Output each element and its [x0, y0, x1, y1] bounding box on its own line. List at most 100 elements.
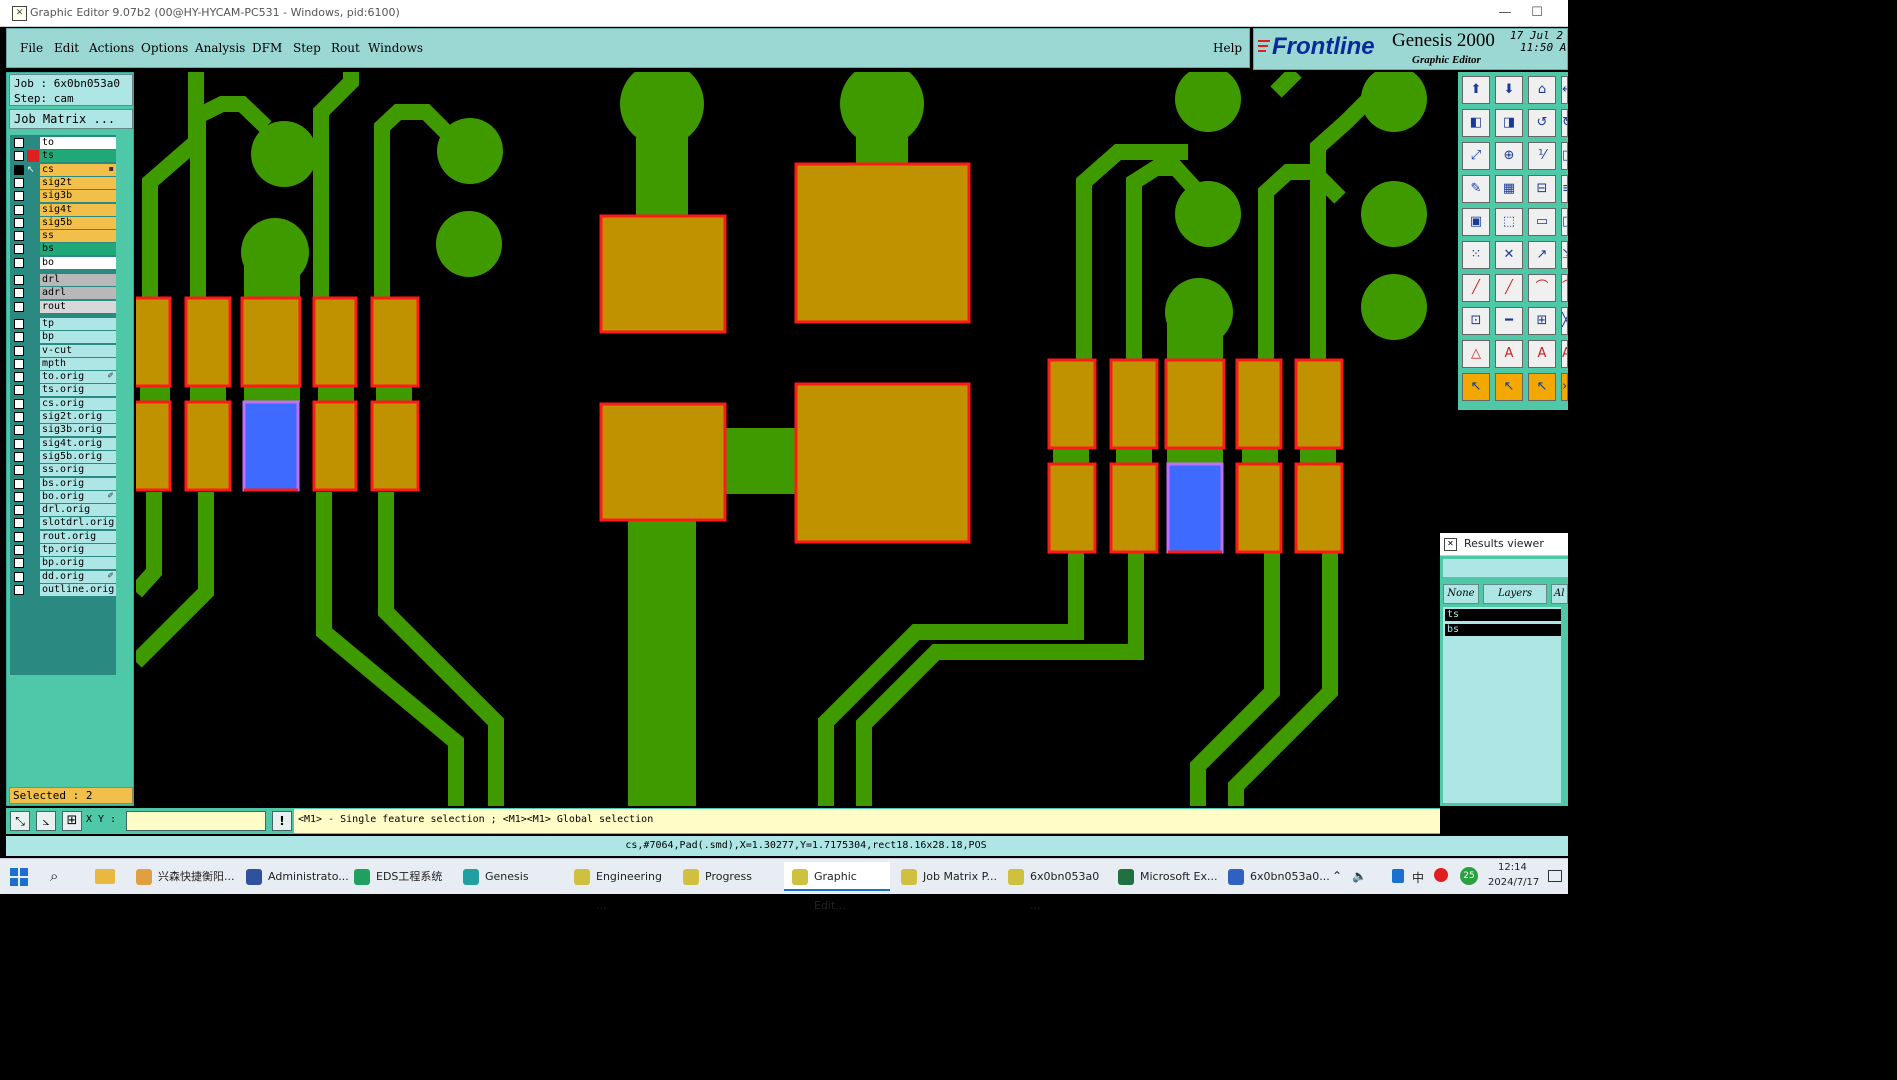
text-a-icon[interactable]: A — [1495, 340, 1523, 368]
ime-indicator[interactable]: 中 — [1412, 869, 1424, 886]
bluetooth-icon[interactable] — [1392, 869, 1404, 883]
layer-checkbox[interactable] — [14, 505, 24, 516]
taskbar-app[interactable]: Job Matrix P... — [893, 862, 997, 891]
file-explorer-icon[interactable] — [95, 869, 115, 884]
results-item-bs[interactable]: bs — [1445, 624, 1561, 636]
layer-checkbox[interactable] — [14, 288, 24, 299]
zoom-out-icon[interactable]: ⬇ — [1495, 76, 1523, 104]
smd-pad[interactable] — [184, 296, 232, 388]
zoom-in-icon[interactable]: ⬆ — [1462, 76, 1490, 104]
smd-pad[interactable] — [312, 400, 358, 492]
minus-icon[interactable]: ━ — [1495, 307, 1523, 335]
layer-row-sig5b-orig[interactable]: sig5b.orig — [12, 450, 116, 463]
layer-row-to[interactable]: to — [12, 137, 116, 149]
taskbar-app[interactable]: EDS工程系统 — [346, 862, 452, 891]
taskbar-app[interactable]: 兴森快捷衡阳... — [128, 862, 236, 891]
xy-input[interactable] — [126, 811, 266, 831]
pan-left-icon[interactable]: ◧ — [1462, 109, 1490, 137]
layer-row-sig3b-orig[interactable]: sig3b.orig — [12, 424, 116, 437]
select-arrow2-icon[interactable]: ↖ — [1495, 373, 1523, 401]
smd-pad[interactable] — [1294, 462, 1344, 554]
menu-options[interactable]: Options — [141, 41, 188, 55]
results-item-ts[interactable]: ts — [1445, 609, 1561, 621]
layer-row-drl[interactable]: drl — [12, 274, 116, 286]
layer-checkbox[interactable] — [14, 412, 24, 422]
text-a2-icon[interactable]: A — [1528, 340, 1556, 368]
layer-row-cs[interactable]: ↖ cs ▪ — [12, 163, 116, 176]
layer-checkbox[interactable] — [14, 257, 24, 268]
layer-checkbox[interactable] — [14, 491, 24, 502]
menu-rout[interactable]: Rout — [331, 41, 360, 55]
layer-checkbox[interactable] — [14, 425, 24, 436]
layer-row-slotdrl-orig[interactable]: slotdrl.orig — [12, 517, 116, 530]
layer-checkbox[interactable] — [14, 465, 24, 476]
layer-checkbox[interactable] — [14, 438, 24, 449]
layer-checkbox[interactable] — [14, 398, 24, 409]
smd-pad[interactable] — [794, 382, 971, 544]
layer-row-v-cut[interactable]: v-cut — [12, 344, 116, 357]
start-icon[interactable] — [10, 868, 28, 886]
smd-pad[interactable] — [136, 296, 172, 388]
layer-row-ts[interactable]: ts — [12, 150, 116, 163]
layer-checkbox[interactable] — [14, 571, 24, 582]
layer-checkbox[interactable] — [14, 177, 24, 188]
snap-grid-icon[interactable]: ⊞ — [62, 811, 82, 831]
layer-checkbox[interactable] — [14, 318, 24, 329]
layer-row-cs-orig[interactable]: cs.orig — [12, 397, 116, 410]
taskbar-app[interactable]: Progress — [675, 862, 781, 891]
layer-checkbox[interactable] — [14, 451, 24, 462]
pcb-view[interactable] — [136, 72, 1456, 806]
connect-icon[interactable]: ↗ — [1528, 241, 1556, 269]
layer-row-bs-orig[interactable]: bs.orig — [12, 477, 116, 490]
arc-icon[interactable]: ⌒ — [1528, 274, 1556, 302]
menu-edit[interactable]: Edit — [54, 41, 79, 55]
menu-step[interactable]: Step — [293, 41, 321, 55]
select-arrow3-icon[interactable]: ↖ — [1528, 373, 1556, 401]
add-feature-icon[interactable]: ▣ — [1462, 208, 1490, 236]
graphic-canvas[interactable] — [136, 72, 1456, 806]
tab-none[interactable]: None — [1443, 584, 1479, 604]
triangle-icon[interactable]: △ — [1462, 340, 1490, 368]
layer-row-bp-orig[interactable]: bp.orig — [12, 557, 116, 570]
layer-checkbox[interactable] — [14, 217, 24, 228]
layer-checkbox[interactable] — [14, 345, 24, 356]
palette-icon[interactable]: ✎ — [1462, 175, 1490, 203]
break-icon[interactable]: ╳ — [1561, 307, 1568, 335]
next-view-icon[interactable]: ↻ — [1561, 109, 1568, 137]
move-icon[interactable]: ⇲ — [1561, 241, 1568, 269]
maximize-button[interactable]: ☐ — [1520, 3, 1554, 23]
layer-row-bp[interactable]: bp — [12, 331, 116, 344]
snap-icon[interactable]: ⊟ — [1528, 175, 1556, 203]
layer-checkbox[interactable] — [14, 275, 24, 285]
layer-checkbox[interactable] — [14, 372, 24, 383]
layer-checkbox[interactable] — [14, 151, 24, 162]
layer-checkbox[interactable] — [14, 518, 24, 529]
menu-file[interactable]: File — [20, 41, 43, 55]
layer-checkbox[interactable] — [14, 531, 24, 542]
layer-checkbox[interactable] — [14, 385, 24, 396]
smd-pad[interactable] — [599, 402, 727, 522]
center-icon[interactable]: ⊕ — [1495, 142, 1523, 170]
layer-checkbox[interactable] — [14, 138, 24, 148]
pan-right-icon[interactable]: ◨ — [1495, 109, 1523, 137]
pan-icon[interactable]: ⟷ — [1561, 76, 1568, 104]
layer-checkbox[interactable] — [14, 558, 24, 569]
smd-pad[interactable] — [1294, 358, 1344, 450]
step-icon[interactable]: ◫ — [1561, 142, 1568, 170]
layer-row-rout[interactable]: rout — [12, 300, 116, 313]
grid-icon[interactable]: ▦ — [1495, 175, 1523, 203]
menu-analysis[interactable]: Analysis — [195, 41, 245, 55]
layer-row-adrl[interactable]: adrl — [12, 287, 116, 300]
ruler-icon[interactable]: ▭ — [1528, 208, 1556, 236]
smd-pad[interactable] — [240, 296, 302, 388]
job-matrix-button[interactable]: Job Matrix ... — [9, 109, 133, 129]
measure-icon[interactable]: ⦣ — [36, 811, 56, 831]
layer-checkbox[interactable] — [14, 584, 24, 595]
select-arrow-icon[interactable]: ↖ — [1462, 373, 1490, 401]
layer-checkbox[interactable] — [14, 545, 24, 555]
layer-row-to-orig[interactable]: to.orig ✐ — [12, 371, 116, 384]
smd-pad[interactable] — [1109, 358, 1159, 450]
zoom-home-icon[interactable]: ⤡ — [10, 811, 30, 831]
layer-checkbox[interactable] — [14, 478, 24, 489]
layer-row-ss[interactable]: ss — [12, 230, 116, 243]
